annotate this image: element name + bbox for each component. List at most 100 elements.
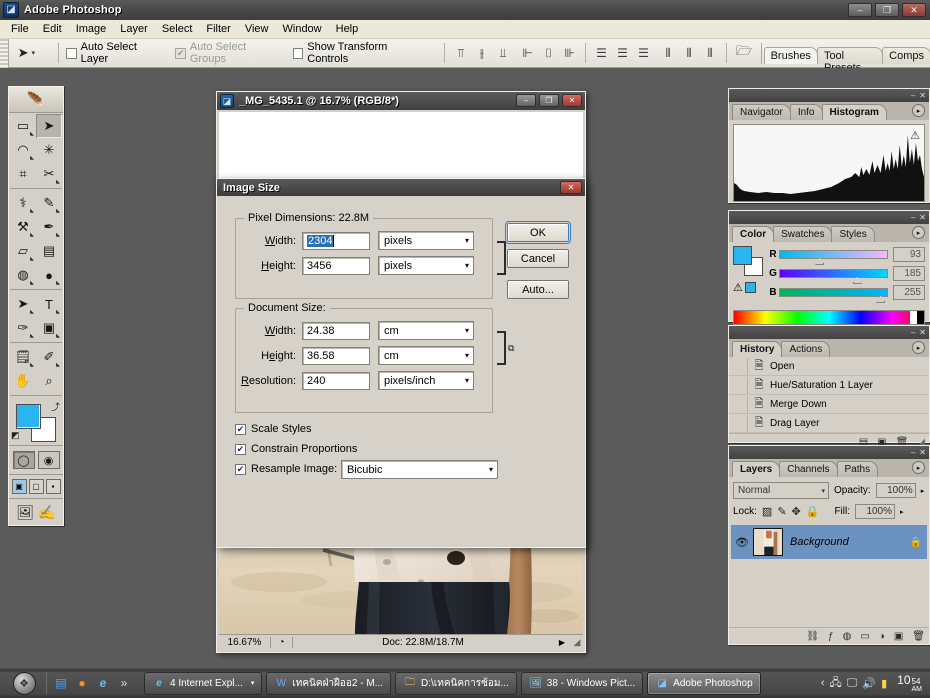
palette-menu-icon[interactable]: ▸ (912, 341, 925, 354)
gamut-warning-icon[interactable]: ⚠ (733, 281, 743, 294)
new-adjustment-layer-icon[interactable]: ◑ (879, 631, 885, 642)
tab-actions[interactable]: Actions (781, 341, 831, 357)
document-maximize-button[interactable]: ❐ (539, 94, 559, 107)
scale-styles-checkbox[interactable]: ✔ Scale Styles (235, 423, 312, 435)
align-vertical-centers-icon[interactable]: ⫲ (473, 45, 490, 62)
palette-close-button[interactable]: ✕ (919, 213, 926, 222)
tab-navigator[interactable]: Navigator (732, 104, 791, 120)
type-tool[interactable]: T ◣ (36, 292, 62, 316)
fill-flyout-arrow-icon[interactable]: ▸ (900, 508, 904, 516)
palette-close-button[interactable]: ✕ (919, 91, 926, 100)
menu-file[interactable]: File (4, 21, 36, 37)
ok-button[interactable]: OK (505, 221, 571, 244)
document-minimize-button[interactable]: – (516, 94, 536, 107)
blue-slider[interactable] (779, 287, 888, 303)
network-tray-icon[interactable]: 🖧 (830, 674, 842, 693)
lasso-tool[interactable]: ◠ ◣ (10, 138, 36, 162)
gradient-tool[interactable]: ▤ (36, 239, 62, 263)
foreground-color-swatch[interactable] (16, 404, 41, 429)
menu-layer[interactable]: Layer (113, 21, 155, 37)
quick-mask-mode-button[interactable]: ◉ (37, 451, 60, 469)
palette-title-bar[interactable]: – ✕ (729, 89, 929, 102)
lock-image-pixels-icon[interactable]: ✎ (777, 505, 786, 518)
resolution-input[interactable]: 240 (302, 371, 370, 390)
start-button[interactable]: ❖ (2, 670, 46, 696)
crop-tool[interactable]: ⌗ (10, 162, 36, 186)
palette-close-button[interactable]: ✕ (919, 328, 926, 337)
volume-tray-icon[interactable]: 🔊 (862, 677, 876, 690)
cached-data-warning-icon[interactable]: ⚠ (910, 129, 920, 142)
taskbar-clock[interactable]: 10 54 AM (891, 673, 930, 693)
zoom-tool[interactable]: ⌕ (36, 369, 62, 393)
document-close-button[interactable]: ✕ (562, 94, 582, 107)
file-browser-icon[interactable]: 🗁 (734, 42, 755, 64)
history-item[interactable]: 🗎 Drag Layer (729, 414, 929, 433)
distribute-bottom-edges-icon[interactable]: ☰ (635, 45, 652, 62)
menu-window[interactable]: Window (276, 21, 329, 37)
doc-height-input[interactable]: 36.58 (302, 346, 370, 365)
eraser-tool[interactable]: ▱ ◣ (10, 239, 36, 263)
blur-tool[interactable]: ◍ ◣ (10, 263, 36, 287)
tab-styles[interactable]: Styles (831, 226, 875, 242)
align-horizontal-centers-icon[interactable]: ⌷ (540, 45, 557, 62)
history-brush-tool[interactable]: ✒ ◣ (36, 215, 62, 239)
foreground-color-swatch[interactable] (733, 246, 752, 265)
blend-mode-select[interactable]: Normal ▾ (733, 482, 829, 499)
jump-secondary-icon[interactable]: ✍ (38, 504, 55, 521)
palette-well-tab-brushes[interactable]: Brushes (763, 46, 818, 64)
layer-name-background[interactable]: Background (783, 536, 905, 548)
green-value[interactable]: 185 (893, 265, 925, 281)
lock-transparent-pixels-icon[interactable]: ▨ (762, 505, 772, 518)
tab-color[interactable]: Color (732, 226, 775, 242)
history-item[interactable]: 🗎 Hue/Saturation 1 Layer (729, 376, 929, 395)
show-transform-controls-checkbox[interactable]: Show Transform Controls (292, 41, 426, 65)
photoshop-feather-logo[interactable]: 🪶 (9, 87, 63, 113)
distribute-right-edges-icon[interactable]: ⦀ (702, 45, 719, 62)
task-adobe-photoshop[interactable]: ◪ Adobe Photoshop (647, 671, 761, 695)
doc-width-input[interactable]: 24.38 (302, 321, 370, 340)
history-snapshot-checkbox[interactable] (729, 376, 748, 394)
rectangular-marquee-tool[interactable]: ▭ ◣ (10, 114, 36, 138)
palette-well-tab-tool-presets[interactable]: Tool Presets (816, 46, 884, 74)
opacity-value[interactable]: 100% (875, 483, 916, 498)
current-tool-preset-picker[interactable]: ➤ ▾ (13, 40, 50, 66)
history-item[interactable]: 🗎 Merge Down (729, 395, 929, 414)
minimize-button[interactable]: – (848, 3, 872, 17)
slice-tool[interactable]: ✂ ◣ (36, 162, 62, 186)
full-screen-with-menubar-button[interactable]: ▢ (28, 479, 44, 494)
dialog-title-bar[interactable]: Image Size ✕ (217, 179, 585, 196)
menu-edit[interactable]: Edit (36, 21, 69, 37)
add-layer-mask-icon[interactable]: ◍ (843, 631, 852, 642)
red-slider[interactable] (779, 249, 888, 265)
palette-menu-icon[interactable]: ▸ (912, 104, 925, 117)
tab-history[interactable]: History (732, 341, 783, 357)
palette-title-bar[interactable]: – ✕ (729, 326, 929, 339)
path-selection-tool[interactable]: ➤ ◣ (10, 292, 36, 316)
hand-tool[interactable]: ✋ (10, 369, 36, 393)
auto-select-layer-checkbox[interactable]: Auto Select Layer (66, 41, 163, 65)
add-layer-style-icon[interactable]: ƒ (828, 631, 834, 642)
align-top-edges-icon[interactable]: ⫪ (452, 45, 469, 62)
new-group-icon[interactable]: ▭ (860, 631, 869, 642)
task-word-document[interactable]: W เทคนิคฝ่าฝืออ2 - M... (266, 671, 392, 695)
opacity-flyout-arrow-icon[interactable]: ▸ (921, 487, 925, 495)
menu-image[interactable]: Image (69, 21, 114, 37)
brush-tool[interactable]: ✎ ◣ (36, 191, 62, 215)
fill-value[interactable]: 100% (855, 504, 896, 519)
palette-menu-icon[interactable]: ▸ (912, 226, 925, 239)
palette-title-bar[interactable]: – ✕ (729, 446, 929, 459)
blue-value[interactable]: 255 (893, 284, 925, 300)
eyedropper-tool[interactable]: ✐ ◣ (36, 345, 62, 369)
color-spectrum-ramp[interactable] (733, 310, 925, 325)
printer-tray-icon[interactable]: ▮ (881, 677, 887, 690)
standard-screen-mode-button[interactable]: ▣ (11, 479, 27, 494)
notes-tool[interactable]: 🗒 ◣ (10, 345, 36, 369)
close-button[interactable]: ✕ (902, 3, 926, 17)
clone-stamp-tool[interactable]: ⚒ ◣ (10, 215, 36, 239)
history-snapshot-checkbox[interactable] (729, 395, 748, 413)
task-explorer-folder[interactable]: 🗀 D:\เทคนิคการซ้อม... (395, 671, 517, 695)
layer-row-background[interactable]: 👁 Background 🔒 (731, 525, 927, 559)
firefox-quicklaunch-icon[interactable]: ● (74, 675, 90, 691)
tray-expand-icon[interactable]: ‹ (821, 677, 825, 689)
align-right-edges-icon[interactable]: ⊪ (561, 45, 578, 62)
